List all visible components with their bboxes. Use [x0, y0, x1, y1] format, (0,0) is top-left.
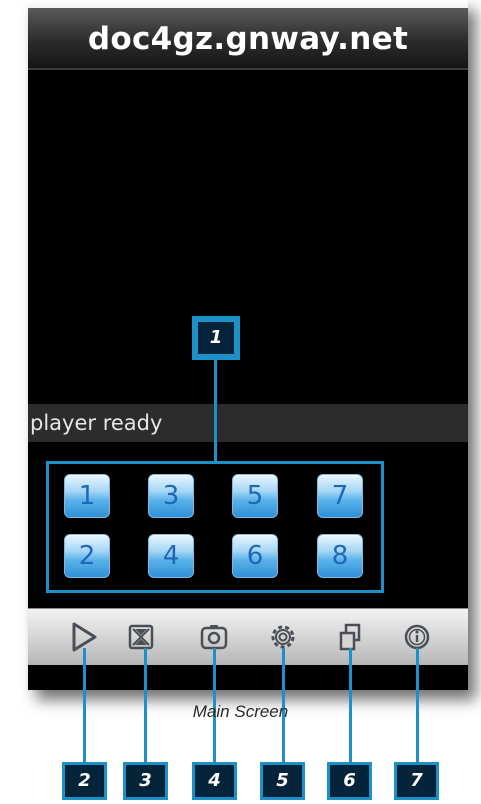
- callout-label: 7: [397, 765, 436, 797]
- status-bar: player ready: [28, 404, 468, 442]
- callout-settings: 5: [260, 762, 305, 800]
- callout-snapshot: 4: [192, 762, 237, 800]
- callout-play: 2: [62, 762, 107, 800]
- channel-button-7[interactable]: 7: [317, 474, 363, 518]
- callout-label: 2: [65, 765, 104, 797]
- channel-button-4[interactable]: 4: [148, 534, 194, 578]
- callout-label: 4: [195, 765, 234, 797]
- channel-button-2[interactable]: 2: [64, 534, 110, 578]
- callout-stop: 3: [123, 762, 168, 800]
- callout-channel-panel: 1: [192, 316, 240, 360]
- title-bar: doc4gz.gnway.net: [28, 8, 468, 68]
- status-text: player ready: [30, 411, 163, 435]
- callout-info: 7: [394, 762, 439, 800]
- callout-label: 5: [263, 765, 302, 797]
- channel-button-3[interactable]: 3: [148, 474, 194, 518]
- stop-icon: [128, 624, 154, 650]
- callout-connector: [214, 360, 217, 462]
- host-title: doc4gz.gnway.net: [87, 21, 409, 57]
- phone-screen: doc4gz.gnway.net player ready 1 3 5 7 2 …: [28, 0, 468, 690]
- bottom-toolbar: [28, 608, 468, 665]
- channel-button-6[interactable]: 6: [232, 534, 278, 578]
- channel-button-5[interactable]: 5: [232, 474, 278, 518]
- callout-switch-view: 6: [327, 762, 372, 800]
- channel-button-1[interactable]: 1: [64, 474, 110, 518]
- stop-button[interactable]: [123, 619, 159, 655]
- video-view[interactable]: [28, 70, 468, 404]
- callout-label: 6: [330, 765, 369, 797]
- callout-label: 1: [198, 322, 234, 354]
- channel-button-8[interactable]: 8: [317, 534, 363, 578]
- channel-panel: 1 3 5 7 2 4 6 8: [46, 461, 384, 593]
- figure-caption: Main Screen: [192, 702, 289, 721]
- callout-label: 3: [126, 765, 165, 797]
